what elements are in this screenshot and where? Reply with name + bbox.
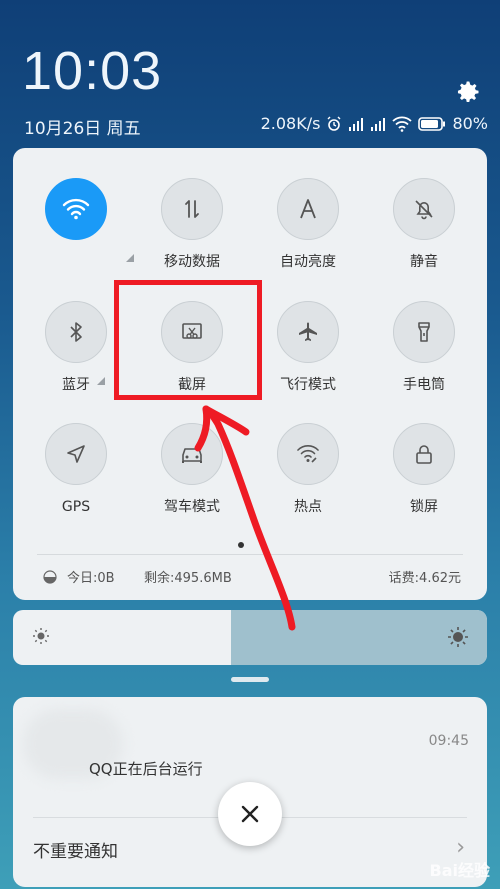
tile-label: 手电筒 [403, 377, 445, 393]
brightness-slider[interactable] [13, 610, 487, 665]
data-usage-icon [43, 569, 57, 588]
bluetooth-icon [45, 301, 107, 363]
gear-icon[interactable] [454, 78, 482, 106]
tile-label: 驾车模式 [164, 499, 220, 515]
tile-gps[interactable]: GPS [21, 423, 131, 517]
lock-icon [393, 423, 455, 485]
airplane-icon [277, 301, 339, 363]
tile-label: GPS [61, 499, 91, 515]
mute-icon [393, 178, 455, 240]
brightness-high-icon [447, 626, 469, 652]
flashlight-icon [393, 301, 455, 363]
network-speed: 2.08K/s [260, 114, 321, 133]
tile-label: 热点 [294, 499, 322, 515]
close-icon [241, 805, 259, 823]
watermark: Bai经验 [429, 861, 490, 880]
highlight-box [114, 280, 262, 400]
signal-icon-2 [370, 117, 386, 131]
tile-label: 自动亮度 [280, 254, 336, 270]
tile-label: 飞行模式 [280, 377, 336, 393]
wifi-icon [45, 178, 107, 240]
notification-time: 09:45 [428, 733, 469, 749]
mobile-data-icon [161, 178, 223, 240]
gps-icon [45, 423, 107, 485]
auto-brightness-icon [277, 178, 339, 240]
car-icon [161, 423, 223, 485]
tile-wifi[interactable] [21, 178, 131, 272]
battery-percent: 80% [452, 114, 488, 133]
page-indicator-dot [238, 542, 244, 548]
clear-all-button[interactable] [218, 782, 282, 846]
usage-today: 今日:0B [67, 571, 115, 586]
tile-label: 静音 [410, 254, 438, 270]
notification-message: QQ正在后台运行 [89, 760, 203, 778]
expand-triangle-icon[interactable] [126, 254, 134, 262]
tile-label: 锁屏 [410, 499, 438, 515]
alarm-icon [326, 116, 342, 132]
tile-hotspot[interactable]: 热点 [253, 423, 363, 517]
expand-triangle-icon[interactable] [97, 377, 105, 385]
status-bar: 2.08K/s 80% [261, 114, 488, 133]
wifi-status-icon [392, 116, 413, 132]
usage-remaining: 剩余:495.6MB [144, 571, 232, 586]
tile-mute[interactable]: 静音 [369, 178, 479, 272]
battery-icon [418, 116, 446, 131]
tile-label: 移动数据 [164, 254, 220, 270]
tile-drive-mode[interactable]: 驾车模式 [137, 423, 247, 517]
tile-mobile-data[interactable]: 移动数据 [137, 178, 247, 272]
tile-auto-brightness[interactable]: 自动亮度 [253, 178, 363, 272]
unimportant-notifications[interactable]: 不重要通知 [33, 837, 118, 862]
tile-flashlight[interactable]: 手电筒 [369, 301, 479, 395]
clock-date: 10月26日 周五 [24, 119, 141, 139]
divider [37, 554, 463, 555]
hotspot-icon [277, 423, 339, 485]
clock-time: 10:03 [22, 41, 163, 101]
panel-handle[interactable] [231, 677, 269, 682]
tile-airplane[interactable]: 飞行模式 [253, 301, 363, 395]
signal-icon [348, 117, 364, 131]
usage-balance: 话费:4.62元 [388, 571, 461, 586]
tile-label [21, 252, 131, 272]
tile-lock-screen[interactable]: 锁屏 [369, 423, 479, 517]
brightness-low-icon [31, 626, 51, 650]
